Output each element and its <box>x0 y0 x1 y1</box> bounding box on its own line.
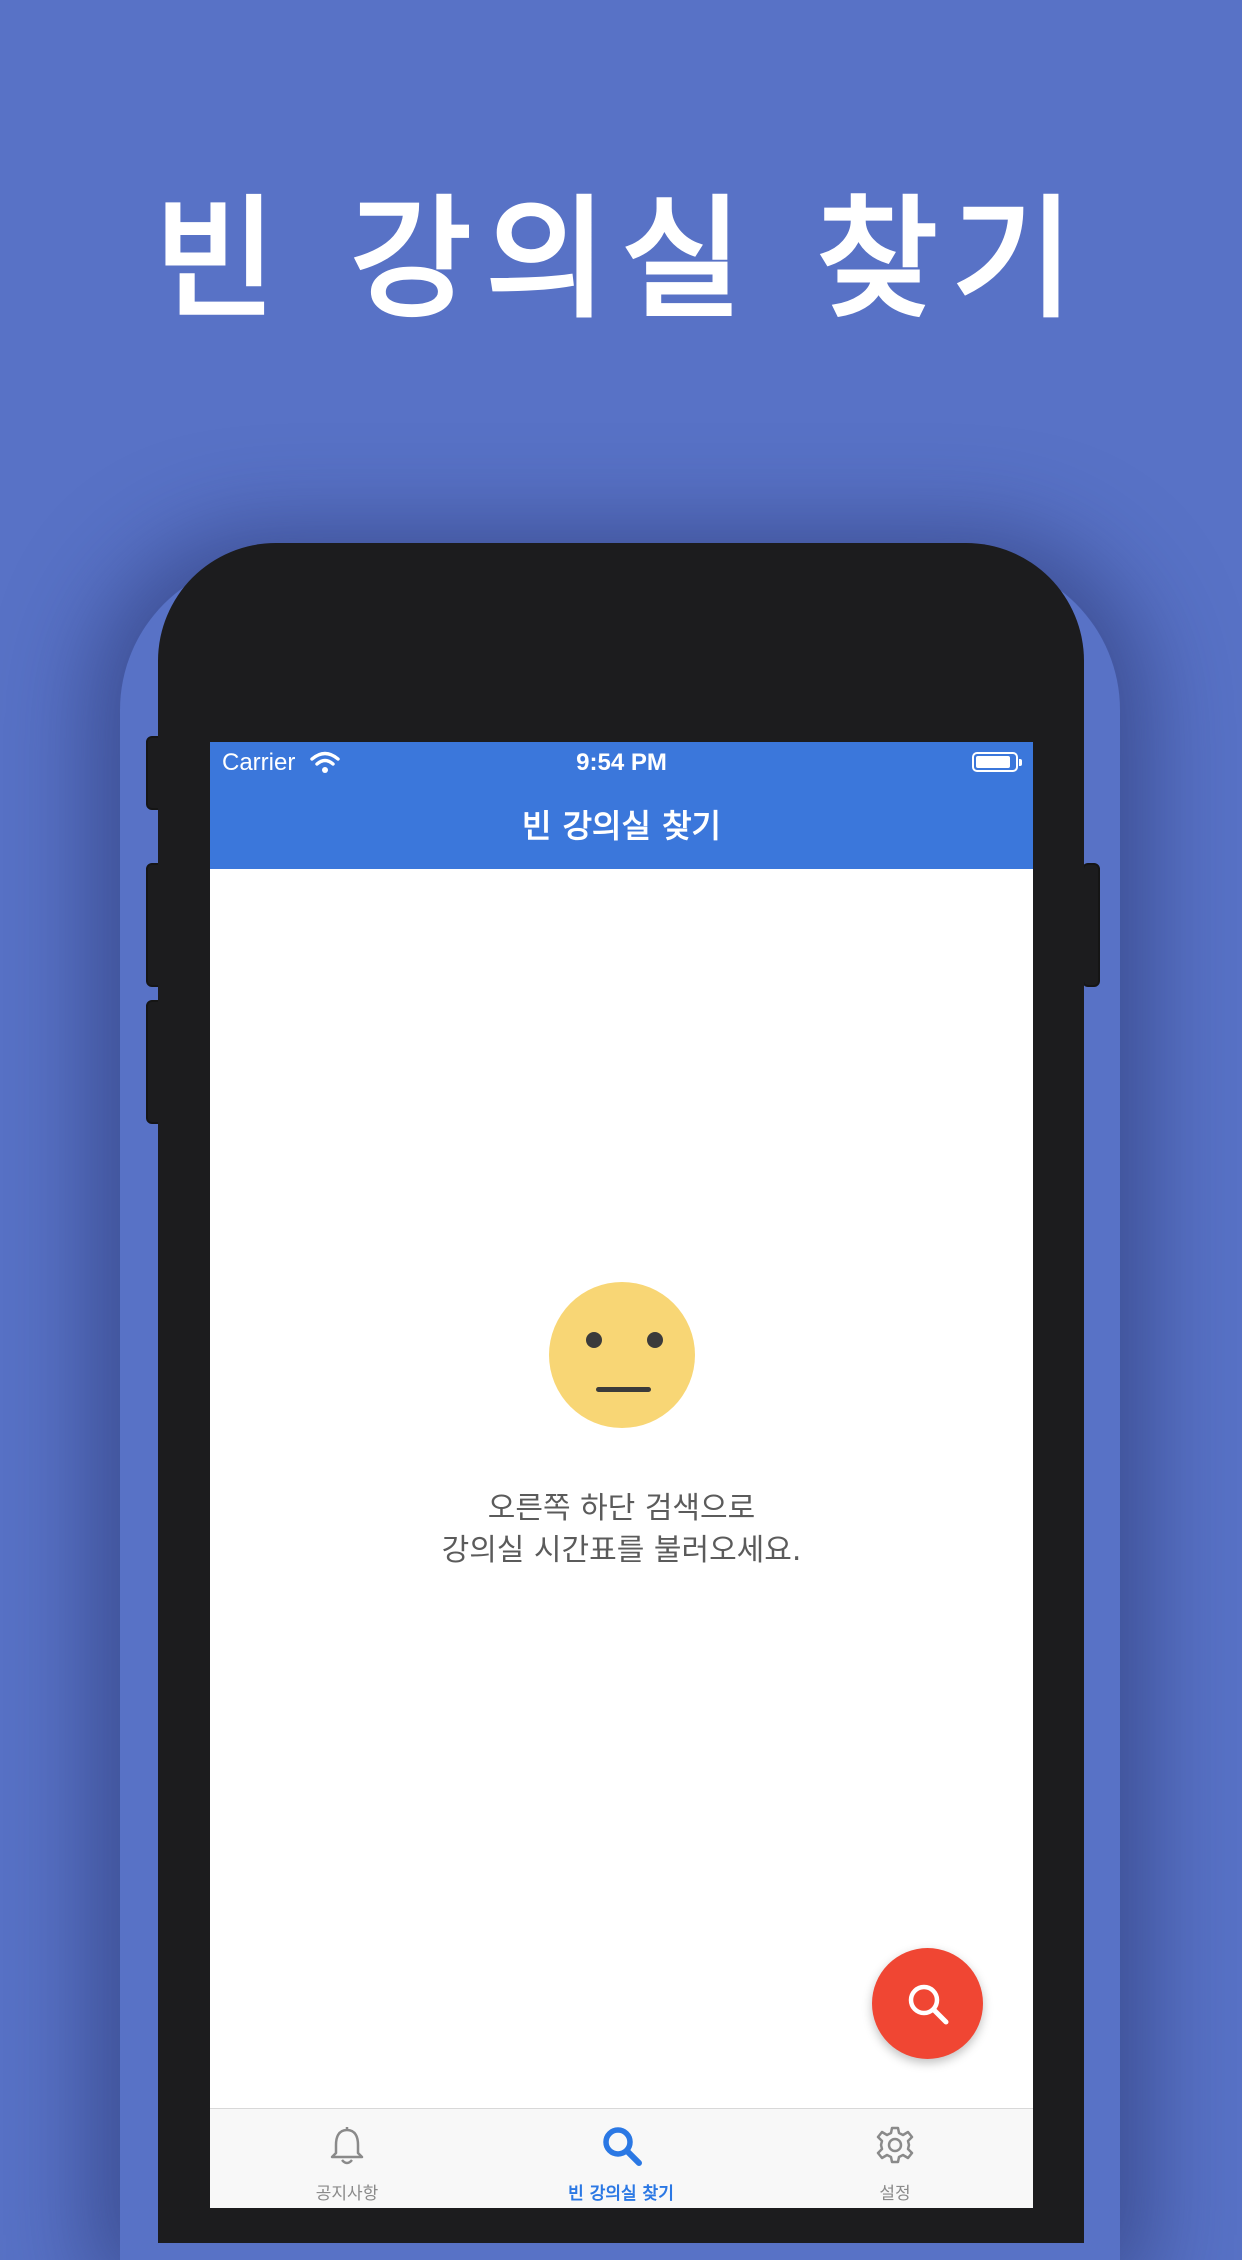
app-store-screenshot: { "headline": "빈 강의실 찾기", "status_bar": … <box>0 0 1242 2243</box>
neutral-face-icon <box>548 1282 695 1428</box>
search-icon <box>601 2125 643 2171</box>
page-title: 빈 강의실 찾기 <box>522 807 721 845</box>
gear-icon <box>875 2125 915 2169</box>
search-icon <box>908 1984 948 2024</box>
empty-state-line-2: 강의실 시간표를 불러오세요. <box>441 1533 802 1568</box>
tab-find-classroom-label: 빈 강의실 찾기 <box>568 2184 674 2204</box>
status-time: 9:54 PM <box>576 749 667 776</box>
marketing-headline: 빈 강의실 찾기 <box>154 183 1088 337</box>
phone-screen: Carrier 9:54 PM 빈 강의실 찾기 오른쪽 하단 검색으로 강의실… <box>210 742 1033 2208</box>
empty-state-message: 오른쪽 하단 검색으로 강의실 시간표를 불러오세요. <box>210 1488 1033 1572</box>
tab-settings[interactable]: 설정 <box>758 2109 1032 2208</box>
empty-state-line-1: 오른쪽 하단 검색으로 <box>487 1491 756 1526</box>
empty-state: 오른쪽 하단 검색으로 강의실 시간표를 불러오세요. <box>210 1282 1033 1572</box>
battery-icon <box>972 752 1022 772</box>
tab-notices[interactable]: 공지사항 <box>210 2109 484 2208</box>
phone-power-button <box>1082 863 1100 987</box>
bell-icon <box>327 2125 367 2171</box>
tab-settings-label: 설정 <box>879 2184 911 2204</box>
tab-find-classroom[interactable]: 빈 강의실 찾기 <box>484 2109 758 2208</box>
tab-notices-label: 공지사항 <box>315 2184 379 2204</box>
bottom-tab-bar: 공지사항 빈 강의실 찾기 설정 <box>210 2108 1033 2208</box>
app-bar: Carrier 9:54 PM 빈 강의실 찾기 <box>210 742 1033 869</box>
search-fab-button[interactable] <box>872 1948 983 2059</box>
